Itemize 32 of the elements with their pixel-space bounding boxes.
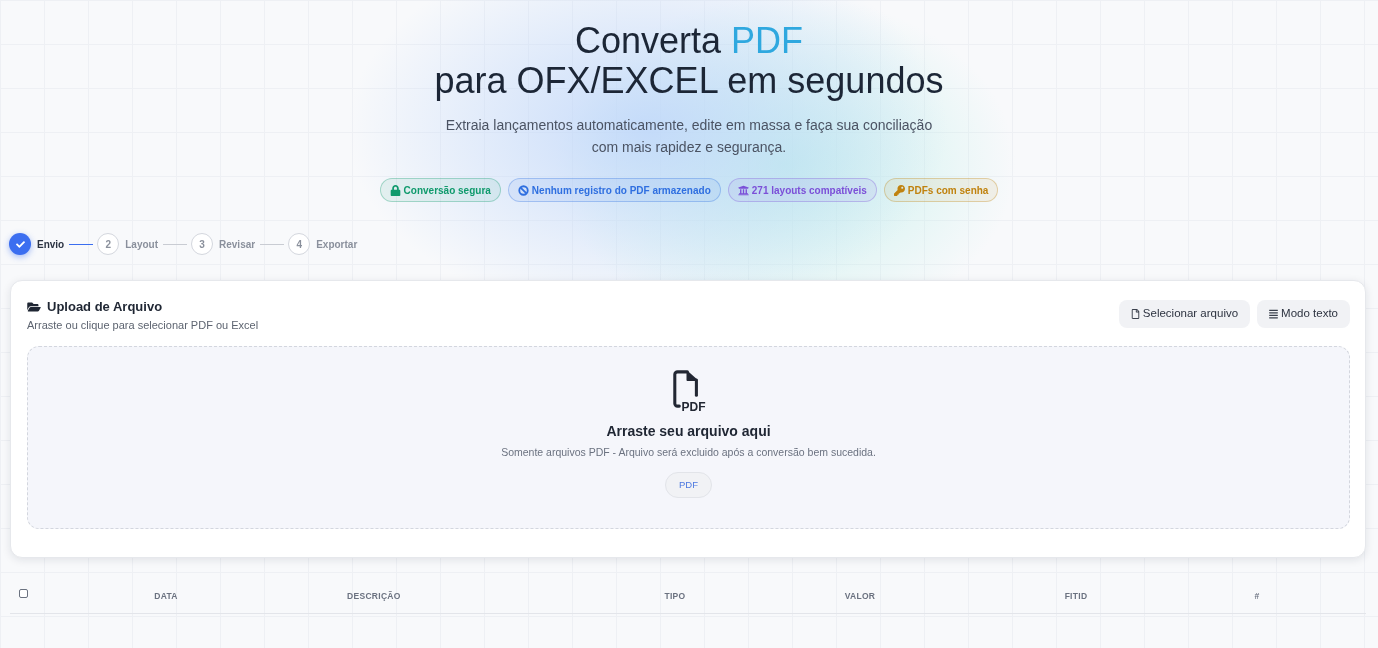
column-header: # xyxy=(1254,590,1260,603)
toolbar-button[interactable]: Selecionar arquivo xyxy=(1118,300,1251,328)
drop-zone-title: Arraste seu arquivo aqui xyxy=(606,422,771,441)
step-label: Envio xyxy=(37,237,65,252)
column-header: VALOR xyxy=(844,590,876,603)
select-all-checkbox[interactable] xyxy=(19,589,28,598)
lines-icon xyxy=(1269,309,1279,319)
column-header: DATA xyxy=(154,590,178,603)
step-label: Exportar xyxy=(316,237,358,252)
step-number: 3 xyxy=(191,233,213,255)
card-title: Upload de Arquivo xyxy=(47,298,163,316)
hero-subtitle: Extraia lançamentos automaticamente, edite em massa e faça sua conciliação com mais rapidez e segurança. xyxy=(444,116,934,157)
format-tag: PDF xyxy=(665,472,712,498)
file-type-label: PDF xyxy=(681,400,706,414)
folder-icon xyxy=(27,301,41,313)
file-icon xyxy=(1130,309,1140,319)
drop-zone-hint: Somente arquivos PDF - Arquivo será excluido após a conversão bem sucedida. xyxy=(501,445,876,460)
column-header: DESCRIÇÃO xyxy=(347,590,401,603)
step-label: Revisar xyxy=(219,237,256,252)
column-header: FITID xyxy=(1064,590,1088,603)
toolbar-button[interactable]: Modo texto xyxy=(1257,300,1350,328)
step-label: Layout xyxy=(125,237,158,252)
card-subtitle: Arraste ou clique para selecionar PDF ou Excel xyxy=(27,318,259,333)
step-number: 4 xyxy=(288,233,311,255)
feature-badge: 271 layouts compatíveis xyxy=(727,178,877,202)
drop-zone[interactable]: PDF Arraste seu arquivo aqui Somente arquivos PDF - Arquivo será excluido após a conversão bem sucedida. PDF xyxy=(27,346,1350,529)
feature-badge: PDFs com senha xyxy=(883,178,999,202)
hero-title: Converta PDF para OFX/EXCEL em segundos xyxy=(434,21,944,101)
column-header: TIPO xyxy=(664,590,686,603)
feature-badge: Conversão segura xyxy=(379,178,501,202)
step-number: 2 xyxy=(97,233,120,255)
feature-badge: Nenhum registro do PDF armazenado xyxy=(507,178,721,202)
